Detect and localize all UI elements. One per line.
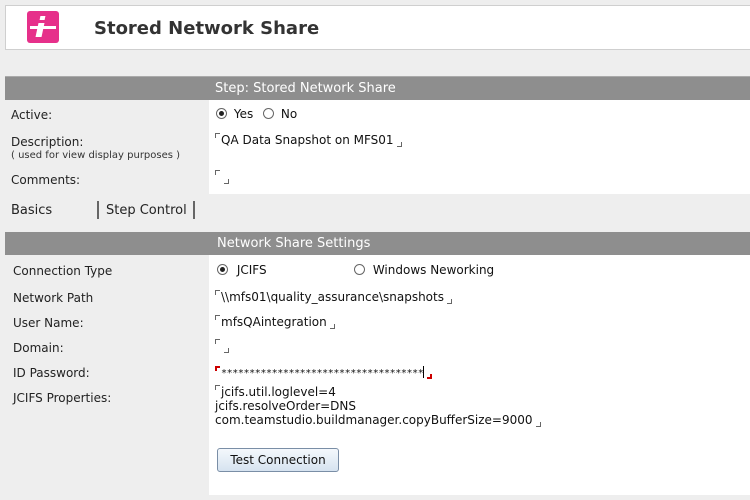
field-start-marker <box>215 366 220 371</box>
connection-windows-option[interactable]: Windows Neworking <box>354 263 494 277</box>
app-logo-icon <box>27 11 59 43</box>
tab-basics[interactable]: Basics <box>11 203 52 218</box>
settings-header-bar: Network Share Settings <box>5 232 750 255</box>
tab-divider <box>97 201 99 219</box>
field-start-marker <box>215 170 220 175</box>
field-end-marker <box>329 324 335 329</box>
tab-step-control[interactable]: Step Control <box>106 203 187 218</box>
jcifs-properties-field[interactable]: jcifs.util.loglevel=4 jcifs.resolveOrder… <box>215 385 541 427</box>
tab-strip: Basics Step Control <box>5 195 750 231</box>
field-end-marker <box>396 142 402 147</box>
password-label: ID Password: <box>13 366 90 380</box>
connection-windows-label: Windows Neworking <box>372 263 495 277</box>
domain-label: Domain: <box>13 341 64 355</box>
field-start-marker <box>215 339 220 344</box>
password-field[interactable]: ************************************ <box>215 366 433 379</box>
settings-title: Network Share Settings <box>217 236 371 251</box>
user-name-value: mfsQAintegration <box>221 315 327 329</box>
page-header: Stored Network Share <box>5 5 750 50</box>
tab-divider <box>193 201 195 219</box>
comments-field[interactable] <box>215 170 229 184</box>
active-yes-label: Yes <box>233 107 254 121</box>
user-name-label: User Name: <box>13 316 84 330</box>
jcifs-property-line: jcifs.resolveOrder=DNS <box>215 399 357 413</box>
step-header-bar: Step: Stored Network Share <box>5 76 750 100</box>
domain-field[interactable] <box>215 339 229 353</box>
network-path-field[interactable]: \\mfs01\quality_assurance\snapshots <box>215 290 452 304</box>
field-end-marker <box>224 348 229 353</box>
field-start-marker <box>215 315 220 320</box>
jcifs-property-line: com.teamstudio.buildmanager.copyBufferSi… <box>215 413 533 427</box>
step-title: Step: Stored Network Share <box>215 81 396 96</box>
text-cursor <box>423 366 425 378</box>
jcifs-property-line: jcifs.util.loglevel=4 <box>221 385 336 399</box>
description-value: QA Data Snapshot on MFS01 <box>221 133 394 147</box>
description-hint: ( used for view display purposes ) <box>11 150 181 161</box>
description-field[interactable]: QA Data Snapshot on MFS01 <box>215 133 402 147</box>
field-end-marker <box>427 374 433 379</box>
field-end-marker <box>224 179 229 184</box>
connection-type-label: Connection Type <box>13 264 113 278</box>
comments-label: Comments: <box>11 173 81 187</box>
user-name-field[interactable]: mfsQAintegration <box>215 315 335 329</box>
field-end-marker <box>535 422 541 427</box>
network-path-value: \\mfs01\quality_assurance\snapshots <box>221 290 444 304</box>
jcifs-properties-label: JCIFS Properties: <box>13 391 112 405</box>
field-end-marker <box>446 299 452 304</box>
active-no-radio[interactable] <box>263 108 275 119</box>
test-connection-button[interactable]: Test Connection <box>217 448 339 472</box>
connection-jcifs-option[interactable]: JCIFS <box>217 263 267 277</box>
field-start-marker <box>215 385 220 390</box>
active-no-label: No <box>280 107 298 121</box>
description-label: Description: <box>11 135 84 149</box>
network-path-label: Network Path <box>13 291 94 305</box>
connection-windows-radio[interactable] <box>354 264 365 275</box>
page-title: Stored Network Share <box>94 18 320 39</box>
active-radio-group: Yes No <box>216 107 297 121</box>
field-start-marker <box>215 133 220 138</box>
field-start-marker <box>215 290 220 295</box>
connection-jcifs-radio[interactable] <box>217 264 228 275</box>
password-value: ************************************ <box>221 368 424 379</box>
active-label: Active: <box>11 108 53 122</box>
active-yes-radio[interactable] <box>216 108 227 119</box>
connection-jcifs-label: JCIFS <box>236 263 267 277</box>
